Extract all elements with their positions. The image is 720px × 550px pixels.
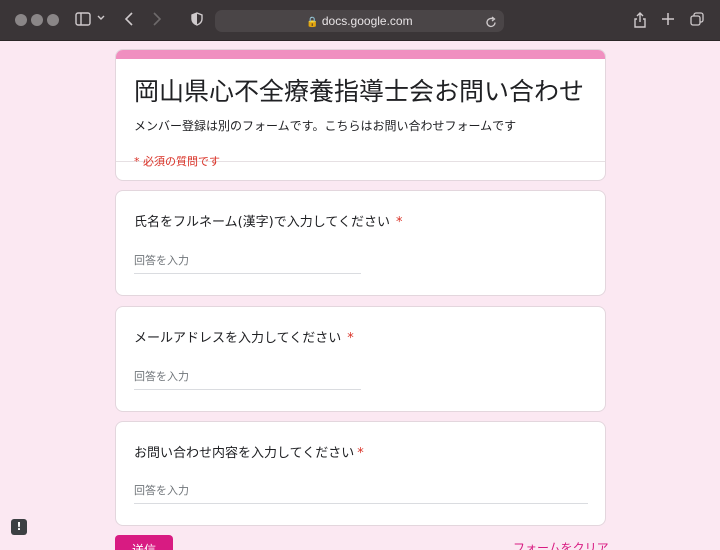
- zoom-window-button[interactable]: [47, 14, 59, 26]
- form-header-card: 岡山県心不全療養指導士会お問い合わせ メンバー登録は別のフォームです。こちらはお…: [115, 49, 606, 181]
- forward-icon[interactable]: [152, 12, 162, 26]
- tab-overview-icon[interactable]: [690, 12, 704, 26]
- form-page: 岡山県心不全療養指導士会お問い合わせ メンバー登録は別のフォームです。こちらはお…: [0, 41, 720, 550]
- shield-icon[interactable]: [191, 12, 203, 26]
- feedback-icon[interactable]: !: [11, 519, 27, 535]
- url-text: docs.google.com: [321, 14, 413, 28]
- address-bar[interactable]: 🔒 docs.google.com: [215, 10, 504, 32]
- question-text: 氏名をフルネーム(漢字)で入力してください: [134, 215, 390, 230]
- url-display[interactable]: 🔒 docs.google.com: [215, 10, 504, 34]
- question-label-email: メールアドレスを入力してください *: [134, 327, 354, 346]
- question-card-name: 氏名をフルネーム(漢字)で入力してください *: [115, 190, 606, 296]
- required-star: *: [395, 215, 403, 230]
- close-window-button[interactable]: [15, 14, 27, 26]
- question-label-inquiry: お問い合わせ内容を入力してください *: [134, 442, 364, 461]
- clear-form-link[interactable]: フォームをクリア: [513, 539, 609, 550]
- question-card-email: メールアドレスを入力してください *: [115, 306, 606, 412]
- question-text: メールアドレスを入力してください: [134, 331, 342, 346]
- share-icon[interactable]: [633, 12, 647, 28]
- form-description: メンバー登録は別のフォームです。こちらはお問い合わせフォームです: [134, 119, 517, 133]
- form-title: 岡山県心不全療養指導士会お問い合わせ: [134, 77, 585, 106]
- minimize-window-button[interactable]: [31, 14, 43, 26]
- required-star: *: [357, 446, 364, 461]
- browser-toolbar: 🔒 docs.google.com: [0, 0, 720, 41]
- back-icon[interactable]: [124, 12, 134, 26]
- header-accent-bar: [116, 50, 605, 59]
- question-text: お問い合わせ内容を入力してください: [134, 446, 355, 461]
- chevron-down-icon[interactable]: [97, 14, 105, 22]
- name-input[interactable]: [134, 254, 361, 274]
- question-label-name: 氏名をフルネーム(漢字)で入力してください *: [134, 211, 402, 230]
- lock-icon: 🔒: [306, 17, 319, 28]
- new-tab-icon[interactable]: [661, 12, 675, 26]
- required-star: *: [347, 331, 354, 346]
- question-card-inquiry: お問い合わせ内容を入力してください *: [115, 421, 606, 526]
- email-input[interactable]: [134, 370, 361, 390]
- reload-icon[interactable]: [485, 14, 497, 33]
- required-note: * 必須の質問です: [134, 155, 220, 168]
- sidebar-icon[interactable]: [75, 12, 91, 26]
- submit-button[interactable]: 送信: [115, 535, 173, 550]
- inquiry-input[interactable]: [134, 484, 588, 504]
